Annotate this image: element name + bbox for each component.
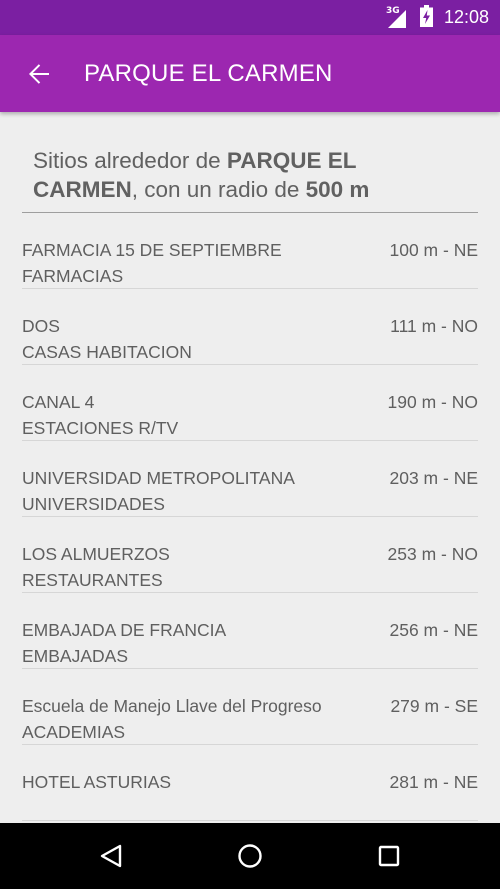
place-name: FARMACIA 15 DE SEPTIEMBRE [22, 240, 282, 260]
triangle-back-icon [100, 844, 122, 868]
place-name: DOS [22, 316, 60, 336]
header-middle: , con un radio de [131, 177, 306, 202]
place-category: EMBAJADAS [22, 646, 128, 666]
nearby-header: Sitios alrededor de PARQUE EL CARMEN, co… [33, 146, 453, 204]
circle-home-icon [238, 844, 262, 868]
place-category: FARMACIAS [22, 266, 124, 286]
place-name: HOTEL ASTURIAS [22, 772, 172, 792]
back-button[interactable] [21, 56, 57, 92]
place-category: CASAS HABITACION [22, 342, 192, 362]
place-distance: 253 m - NO [387, 544, 478, 564]
place-name: UNIVERSIDAD METROPOLITANA [22, 468, 295, 488]
nav-recents-button[interactable] [320, 823, 459, 889]
clock: 12:08 [443, 7, 489, 27]
place-distance: 256 m - NE [389, 620, 479, 640]
place-name: EMBAJADA DE FRANCIA [22, 620, 227, 640]
place-distance: 190 m - NO [387, 392, 478, 412]
battery-charging-icon [419, 4, 433, 31]
place-category: UNIVERSIDADES [22, 494, 165, 514]
place-distance: 281 m - NE [389, 772, 479, 792]
network-type-label: 3G [385, 5, 400, 16]
place-distance: 279 m - SE [390, 696, 478, 716]
list-item[interactable]: FARMACIA 15 DE SEPTIEMBRE FARMACIAS 100 … [22, 213, 478, 289]
place-category: RESTAURANTES [22, 570, 163, 590]
app-bar: PARQUE EL CARMEN [0, 35, 500, 112]
cell-signal-icon: 3G [385, 5, 406, 28]
place-name: LOS ALMUERZOS [22, 544, 170, 564]
place-distance: 100 m - NE [389, 240, 479, 260]
place-name: Escuela de Manejo Llave del Progreso [22, 696, 322, 716]
main-content[interactable]: Sitios alrededor de PARQUE EL CARMEN, co… [0, 112, 500, 823]
status-bar: 3G 12:08 [0, 0, 500, 35]
page-title: PARQUE EL CARMEN [84, 59, 333, 87]
list-item[interactable]: UNIVERSIDAD METROPOLITANA UNIVERSIDADES … [22, 441, 478, 517]
place-category: ESTACIONES R/TV [22, 418, 179, 438]
list-item[interactable]: Escuela de Manejo Llave del Progreso ACA… [22, 669, 478, 745]
list-item[interactable]: DOS CASAS HABITACION 111 m - NO [22, 289, 478, 365]
places-list: FARMACIA 15 DE SEPTIEMBRE FARMACIAS 100 … [22, 213, 478, 821]
nav-back-button[interactable] [42, 823, 181, 889]
header-radius: 500 m [305, 177, 370, 202]
square-recents-icon [378, 845, 400, 867]
place-name: CANAL 4 [22, 392, 95, 412]
place-distance: 111 m - NO [390, 316, 478, 336]
header-prefix: Sitios alrededor de [33, 148, 227, 173]
list-item[interactable]: HOTEL ASTURIAS 281 m - NE [22, 745, 478, 821]
list-item[interactable]: LOS ALMUERZOS RESTAURANTES 253 m - NO [22, 517, 478, 593]
system-nav-bar [0, 823, 500, 889]
list-item[interactable]: EMBAJADA DE FRANCIA EMBAJADAS 256 m - NE [22, 593, 478, 669]
place-distance: 203 m - NE [389, 468, 479, 488]
nav-home-button[interactable] [181, 823, 320, 889]
place-category: ACADEMIAS [22, 722, 126, 742]
list-item[interactable]: CANAL 4 ESTACIONES R/TV 190 m - NO [22, 365, 478, 441]
arrow-left-icon [29, 63, 49, 84]
